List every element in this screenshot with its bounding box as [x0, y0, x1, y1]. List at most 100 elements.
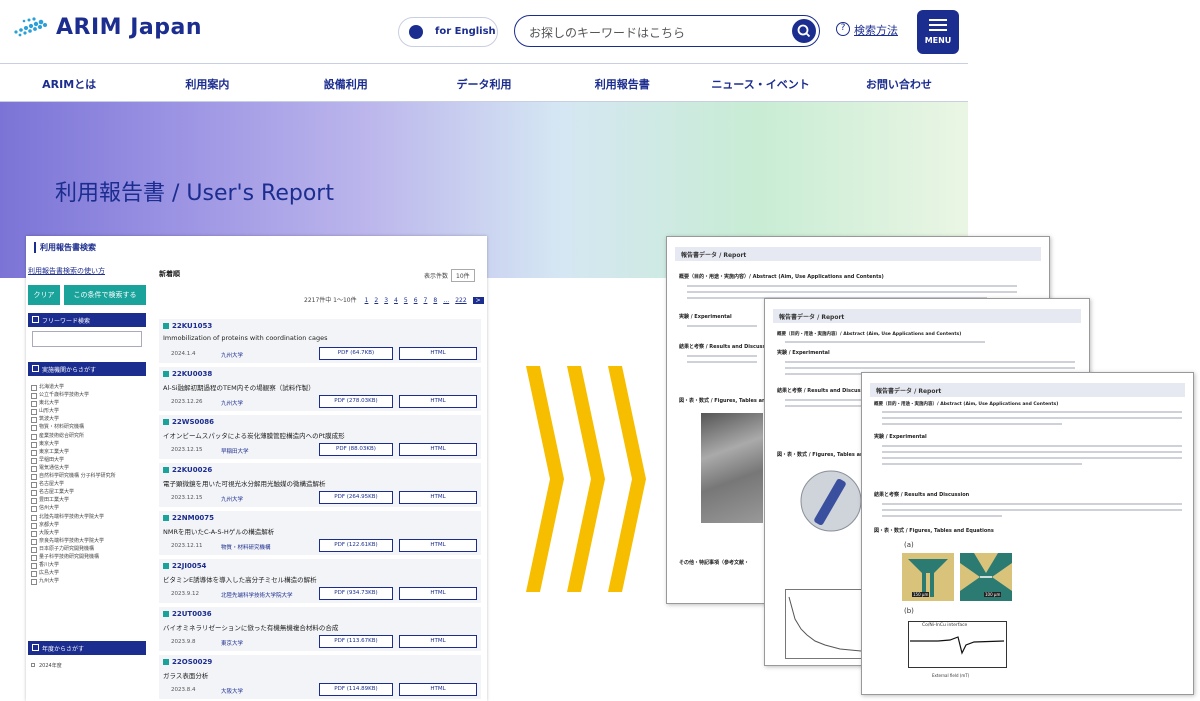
institution-option[interactable]: 筑波大学	[30, 415, 146, 424]
report-document: 報告書データ / Report 概要（目的・用途・実施内容）/ Abstract…	[861, 372, 1194, 695]
institution-option[interactable]: 信州大学	[30, 504, 146, 513]
institution-option[interactable]: 東京工業大学	[30, 448, 146, 456]
institution-option[interactable]: 早稲田大学	[30, 456, 146, 464]
nav-item-data[interactable]: データ利用	[415, 64, 553, 101]
help-link[interactable]: ? 検索方法	[836, 22, 898, 38]
report-item: 22KU0026 電子顕微鏡を用いた可視光水分解用光触媒の微構造解析 2023.12…	[159, 463, 481, 507]
institution-option[interactable]: 名古屋大学	[30, 480, 146, 489]
institution-option[interactable]: 豊田工業大学	[30, 496, 146, 505]
report-institution: 物質・材料研究機構	[221, 545, 271, 551]
page-link[interactable]: 2	[374, 297, 378, 304]
report-title[interactable]: バイオミネラリゼーションに倣った有機無機複合材料の合成	[163, 622, 338, 632]
apply-search-button[interactable]: この条件で検索する	[64, 285, 146, 305]
next-page-button[interactable]: >	[472, 297, 484, 304]
institution-option[interactable]: 東北大学	[30, 399, 146, 408]
pdf-button[interactable]: PDF (264.95KB)	[319, 491, 393, 504]
search-input[interactable]: お探しのキーワードはこちら	[514, 15, 820, 47]
institution-option[interactable]: 広島大学	[30, 569, 146, 578]
page-link[interactable]: 8	[433, 297, 437, 304]
report-title[interactable]: NMRを用いたC-A-S-Hゲルの構造解析	[163, 526, 274, 536]
doc-abstract-heading: 概要（目的・用途・実施内容）/ Abstract (Aim, Use Appli…	[874, 402, 1059, 407]
page-link[interactable]: 3	[384, 297, 388, 304]
nav-item-reports[interactable]: 利用報告書	[553, 64, 691, 101]
institution-option[interactable]: 物質・材料研究機構	[30, 423, 146, 432]
pdf-button[interactable]: PDF (88.03KB)	[319, 443, 393, 456]
report-search-panel: 利用報告書検索 利用報告書検索の使い方 クリア この条件で検索する フリーワード…	[26, 236, 487, 701]
html-button[interactable]: HTML	[399, 635, 477, 648]
report-id: 22KU1053	[163, 322, 212, 330]
html-button[interactable]: HTML	[399, 347, 477, 360]
menu-button[interactable]: MENU	[917, 10, 959, 54]
nav-item-equipment[interactable]: 設備利用	[277, 64, 415, 101]
pdf-button[interactable]: PDF (64.7KB)	[319, 347, 393, 360]
clear-button[interactable]: クリア	[28, 285, 60, 305]
text-line	[687, 355, 757, 357]
institution-option[interactable]: 名古屋工業大学	[30, 488, 146, 497]
institution-option[interactable]: 奈良先端科学技術大学院大学	[30, 537, 146, 545]
page-link[interactable]: 222	[455, 297, 466, 304]
year-header[interactable]: 年度からさがす	[28, 641, 146, 655]
institution-option[interactable]: 電気通信大学	[30, 464, 146, 473]
page-link[interactable]: 7	[424, 297, 428, 304]
page-link[interactable]: 6	[414, 297, 418, 304]
doc-results-heading: 結果と考察 / Results and Discussion	[874, 492, 970, 498]
report-title[interactable]: イオンビームスパッタによる炭化薄膜管腔構造内へのPt膜成形	[163, 430, 345, 440]
report-title[interactable]: ビタミンE誘導体を導入した高分子ミセル構造の解析	[163, 574, 317, 584]
report-title[interactable]: Immobilization of proteins with coordina…	[163, 334, 327, 342]
logo-text[interactable]: ARIM Japan	[56, 15, 202, 40]
nav-item-about[interactable]: ARIMとは	[0, 64, 138, 101]
institution-header[interactable]: 実施機関からさがす	[28, 362, 146, 376]
institution-option[interactable]: 京都大学	[30, 521, 146, 529]
page-link[interactable]: 5	[404, 297, 408, 304]
pdf-button[interactable]: PDF (113.67KB)	[319, 635, 393, 648]
institution-option[interactable]: 東京大学	[30, 440, 146, 448]
html-button[interactable]: HTML	[399, 683, 477, 696]
institution-option[interactable]: 九州大学	[30, 577, 146, 586]
report-date: 2024.1.4	[171, 351, 196, 357]
report-id: 22KU0038	[163, 370, 212, 378]
institution-option[interactable]: 日本原子力研究開発機構	[30, 545, 146, 553]
pdf-button[interactable]: PDF (114.89KB)	[319, 683, 393, 696]
english-label: for English	[435, 26, 496, 37]
nav-item-news[interactable]: ニュース・イベント	[691, 64, 829, 101]
freeword-input[interactable]	[32, 331, 142, 347]
page-link[interactable]: 1	[365, 297, 369, 304]
arim-logo-icon[interactable]	[12, 16, 48, 38]
scale-bar-label: 100 μm	[984, 592, 1002, 597]
institution-option[interactable]: 山形大学	[30, 407, 146, 416]
html-button[interactable]: HTML	[399, 443, 477, 456]
display-select[interactable]: 10件	[451, 269, 475, 282]
year-option[interactable]: 2024年度	[30, 662, 62, 669]
page-link[interactable]: 4	[394, 297, 398, 304]
english-button[interactable]: for English	[398, 17, 498, 47]
html-button[interactable]: HTML	[399, 587, 477, 600]
page-link[interactable]: …	[443, 297, 449, 304]
report-title[interactable]: Al-Si融解初期過程のTEM内その場観察（試料作製）	[163, 382, 315, 392]
text-line	[882, 445, 1182, 447]
html-button[interactable]: HTML	[399, 491, 477, 504]
html-button[interactable]: HTML	[399, 539, 477, 552]
howto-link[interactable]: 利用報告書検索の使い方	[28, 266, 105, 276]
institution-option[interactable]: 公立千歳科学技術大学	[30, 391, 146, 400]
pdf-button[interactable]: PDF (934.73KB)	[319, 587, 393, 600]
institution-option[interactable]: 北海道大学	[30, 383, 146, 392]
institution-option[interactable]: 北陸先端科学技術大学院大学	[30, 513, 146, 521]
nav-item-contact[interactable]: お問い合わせ	[830, 64, 968, 101]
text-line	[785, 399, 865, 401]
checkbox-icon[interactable]	[31, 663, 35, 667]
institution-option[interactable]: 大阪大学	[30, 529, 146, 537]
institution-option[interactable]: 香川大学	[30, 561, 146, 570]
menu-label: MENU	[924, 36, 952, 45]
institution-option[interactable]: 自然科学研究機構 分子科学研究所	[30, 472, 146, 481]
nav-item-guide[interactable]: 利用案内	[138, 64, 276, 101]
report-item: 22NM0075 NMRを用いたC-A-S-Hゲルの構造解析 2023.12.11 物…	[159, 511, 481, 555]
report-title[interactable]: 電子顕微鏡を用いた可視光水分解用光触媒の微構造解析	[163, 478, 326, 488]
institution-option[interactable]: 量子科学技術研究開発機構	[30, 553, 146, 562]
institution-option[interactable]: 産業技術総合研究所	[30, 432, 146, 440]
pdf-button[interactable]: PDF (278.03KB)	[319, 395, 393, 408]
html-button[interactable]: HTML	[399, 395, 477, 408]
report-id: 22WS0086	[163, 418, 214, 426]
pdf-button[interactable]: PDF (122.61KB)	[319, 539, 393, 552]
report-title[interactable]: ガラス表面分析	[163, 670, 208, 680]
search-icon[interactable]	[792, 19, 816, 43]
